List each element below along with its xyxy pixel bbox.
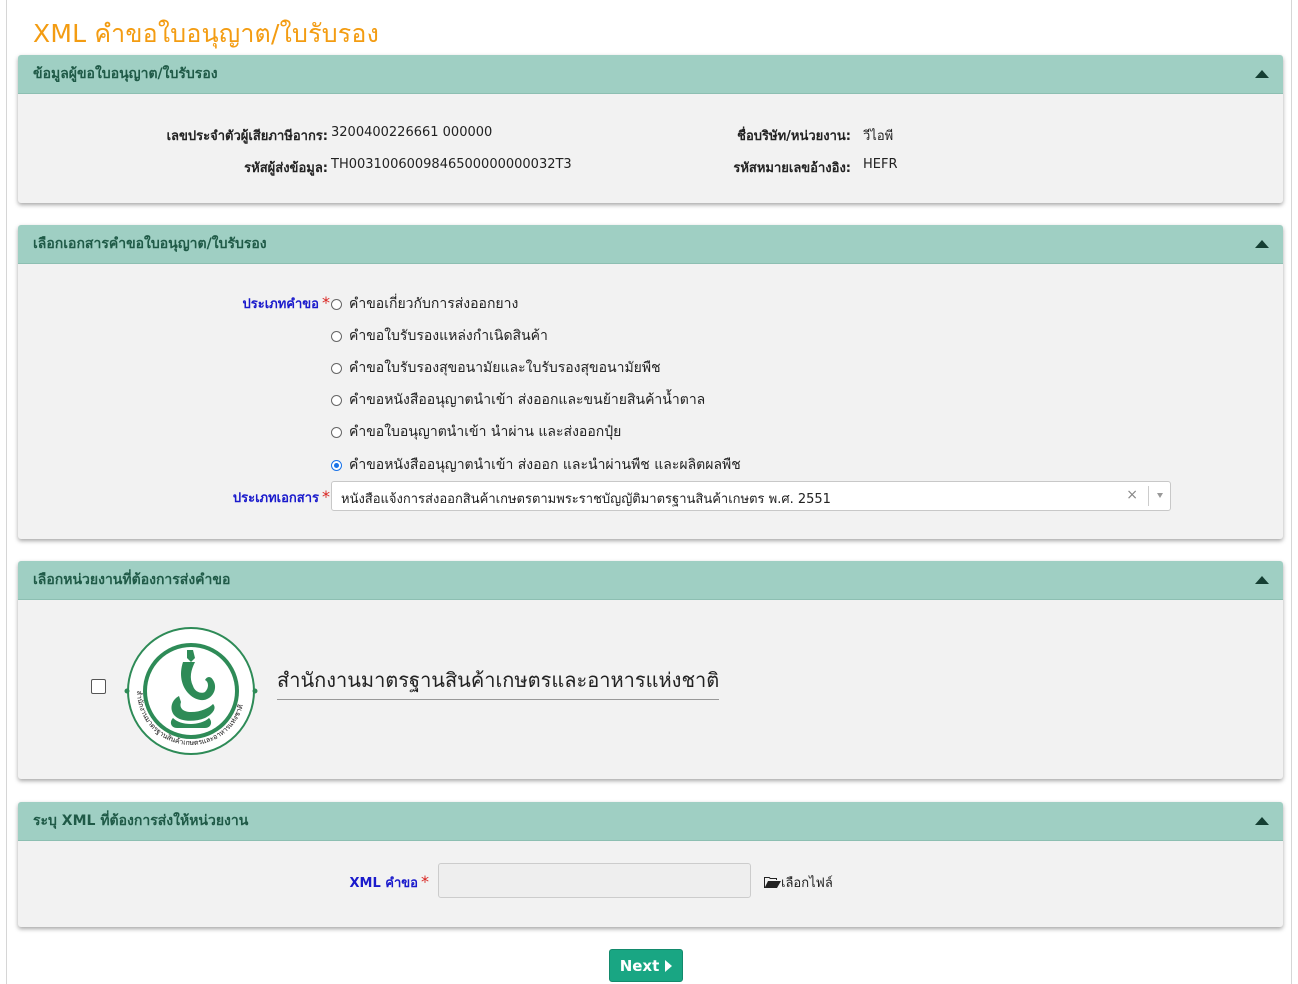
xml-panel: ระบุ XML ที่ต้องการส่งให้หน่วยงาน XML คำ… <box>18 802 1283 927</box>
company-label: ชื่อบริษัท/หน่วยงาน: <box>737 129 851 144</box>
radio-icon[interactable] <box>331 298 342 310</box>
required-mark: * <box>322 293 330 312</box>
agency-panel-header[interactable]: เลือกหน่วยงานที่ต้องการส่งคำขอ <box>18 561 1283 600</box>
request-type-option-label: คำขอใบรับรองแหล่งกำเนิดสินค้า <box>349 328 548 344</box>
agency-name-link[interactable]: สำนักงานมาตรฐานสินค้าเกษตรและอาหารแห่งชา… <box>277 664 720 700</box>
radio-icon[interactable] <box>331 362 342 374</box>
request-type-option[interactable]: คำขอใบรับรองสุขอนามัยและใบรับรองสุขอนามั… <box>331 357 661 379</box>
required-mark: * <box>322 487 330 506</box>
xml-panel-title: ระบุ XML ที่ต้องการส่งให้หน่วยงาน <box>33 813 249 829</box>
request-type-option[interactable]: คำขอใบอนุญาตนำเข้า นำผ่าน และส่งออกปุ๋ย <box>331 421 621 443</box>
choose-file-label: เลือกไฟล์ <box>781 876 833 891</box>
document-panel-header[interactable]: เลือกเอกสารคำขอใบอนุญาต/ใบรับรอง <box>18 225 1283 264</box>
request-type-label: ประเภทคำขอ <box>242 297 320 312</box>
page-title: XML คำขอใบอนุญาต/ใบรับรอง <box>33 19 380 48</box>
applicant-panel: ข้อมูลผู้ขอใบอนุญาต/ใบรับรอง เลขประจำตัว… <box>18 55 1283 203</box>
agency-checkbox[interactable] <box>91 679 106 694</box>
reference-value: HEFR <box>863 157 898 172</box>
request-type-option[interactable]: คำขอหนังสืออนุญาตนำเข้า ส่งออกและขนย้ายส… <box>331 389 705 411</box>
radio-icon[interactable] <box>331 330 342 342</box>
xml-panel-header[interactable]: ระบุ XML ที่ต้องการส่งให้หน่วยงาน <box>18 802 1283 841</box>
request-type-option-label: คำขอใบอนุญาตนำเข้า นำผ่าน และส่งออกปุ๋ย <box>349 424 622 440</box>
agency-logo: สำนักงานมาตรฐานสินค้าเกษตรและอาหารแห่งชา… <box>124 627 258 755</box>
document-panel-title: เลือกเอกสารคำขอใบอนุญาต/ใบรับรอง <box>33 236 267 252</box>
request-type-option[interactable]: คำขอเกี่ยวกับการส่งออกยาง <box>331 293 518 315</box>
applicant-panel-header[interactable]: ข้อมูลผู้ขอใบอนุญาต/ใบรับรอง <box>18 55 1283 94</box>
request-type-option-label: คำขอหนังสืออนุญาตนำเข้า ส่งออกและขนย้ายส… <box>349 392 706 408</box>
document-type-selected-value: หนังสือแจ้งการส่งออกสินค้าเกษตรตามพระราช… <box>341 492 831 507</box>
caret-up-icon[interactable] <box>1255 70 1269 78</box>
document-panel: เลือกเอกสารคำขอใบอนุญาต/ใบรับรอง ประเภทค… <box>18 225 1283 539</box>
agency-panel-title: เลือกหน่วยงานที่ต้องการส่งคำขอ <box>33 572 231 588</box>
request-type-option[interactable]: คำขอใบรับรองแหล่งกำเนิดสินค้า <box>331 325 548 347</box>
sender-code-label: รหัสผู้ส่งข้อมูล: <box>244 161 328 176</box>
agency-panel: เลือกหน่วยงานที่ต้องการส่งคำขอ สำนักงานม… <box>18 561 1283 779</box>
logo-dot-right <box>252 688 258 694</box>
select-divider <box>1148 486 1149 506</box>
required-mark: * <box>421 872 429 891</box>
next-button[interactable]: Next <box>609 949 683 982</box>
clear-icon[interactable]: × <box>1126 487 1138 503</box>
radio-icon[interactable] <box>331 394 342 406</box>
radio-icon[interactable] <box>331 426 342 438</box>
next-button-label: Next <box>619 956 660 975</box>
xml-file-input[interactable] <box>438 863 751 898</box>
applicant-panel-title: ข้อมูลผู้ขอใบอนุญาต/ใบรับรอง <box>33 66 218 82</box>
request-type-option-label: คำขอใบรับรองสุขอนามัยและใบรับรองสุขอนามั… <box>349 360 661 376</box>
xml-label-group: XML คำขอ * <box>350 872 429 893</box>
document-type-select[interactable]: หนังสือแจ้งการส่งออกสินค้าเกษตรตามพระราช… <box>331 481 1171 511</box>
caret-up-icon[interactable] <box>1255 240 1269 248</box>
sender-code-value: TH0031006009846500000000032T3 <box>331 157 572 172</box>
tax-id-label: เลขประจำตัวผู้เสียภาษีอากร: <box>166 129 328 144</box>
radio-selected-icon[interactable] <box>331 459 342 471</box>
document-type-label: ประเภทเอกสาร <box>232 491 319 506</box>
xml-file-label: XML คำขอ <box>349 876 418 891</box>
chevron-down-icon[interactable] <box>1157 493 1163 498</box>
caret-up-icon[interactable] <box>1255 817 1269 825</box>
request-type-option-label: คำขอเกี่ยวกับการส่งออกยาง <box>349 296 519 312</box>
reference-label: รหัสหมายเลขอ้างอิง: <box>733 161 851 176</box>
request-type-label-group: ประเภทคำขอ * <box>243 293 331 314</box>
request-type-option-label: คำขอหนังสืออนุญาตนำเข้า ส่งออก และนำผ่าน… <box>349 457 741 473</box>
company-value: วีไอพี <box>863 129 894 144</box>
document-type-label-group: ประเภทเอกสาร * <box>233 487 330 508</box>
caret-right-icon <box>665 959 673 972</box>
caret-up-icon[interactable] <box>1255 576 1269 584</box>
folder-open-icon <box>764 877 781 888</box>
request-type-option[interactable]: คำขอหนังสืออนุญาตนำเข้า ส่งออก และนำผ่าน… <box>331 454 741 476</box>
choose-file-button[interactable]: เลือกไฟล์ <box>764 872 833 893</box>
logo-dot-left <box>124 688 130 694</box>
tax-id-value: 3200400226661 000000 <box>331 125 493 140</box>
